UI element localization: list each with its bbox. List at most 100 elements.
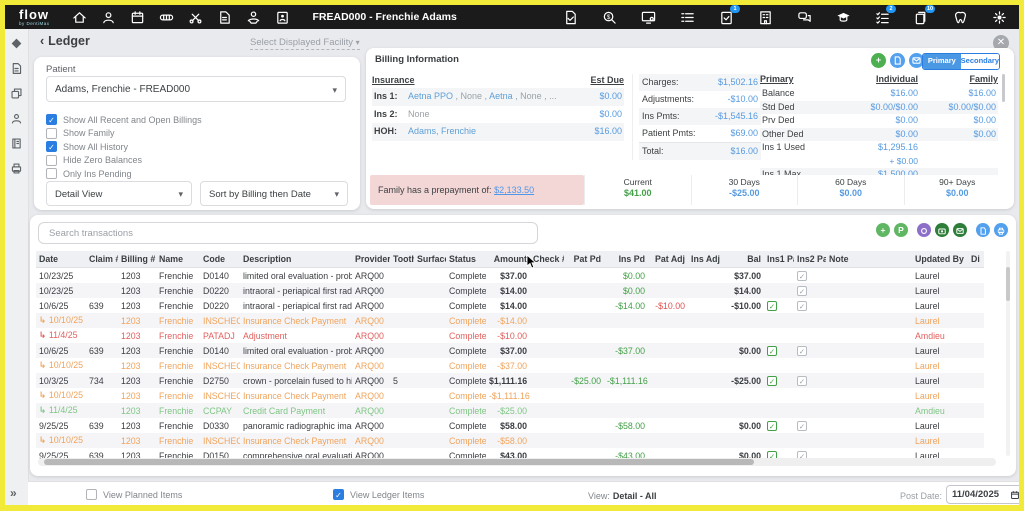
settings-icon[interactable] xyxy=(991,9,1007,25)
column-header-status[interactable]: Status xyxy=(446,251,486,268)
transaction-row[interactable]: 10/6/256391203FrenchieD0140limited oral … xyxy=(36,343,984,358)
add-button[interactable]: + xyxy=(876,223,890,237)
vertical-scrollbar-thumb[interactable] xyxy=(1006,267,1010,301)
view-planned-items-checkbox[interactable]: View Planned Items xyxy=(86,489,182,500)
education-icon[interactable] xyxy=(835,9,851,25)
message-button[interactable] xyxy=(953,223,967,237)
print-button[interactable] xyxy=(994,223,1008,237)
checkbox[interactable] xyxy=(46,168,57,179)
column-header-date[interactable]: Date xyxy=(36,251,86,268)
column-header-di[interactable]: Di xyxy=(968,251,984,268)
tasks-icon[interactable]: 1 xyxy=(718,9,734,25)
transaction-row[interactable]: 10/3/257341203FrenchieD2750crown - porce… xyxy=(36,373,984,388)
facility-selector[interactable]: Select Displayed Facility ▾ xyxy=(250,37,360,50)
queue-icon[interactable] xyxy=(679,9,695,25)
checkbox[interactable] xyxy=(46,128,57,139)
column-header-tooth[interactable]: Tooth xyxy=(390,251,414,268)
column-header-note[interactable]: Note xyxy=(826,251,912,268)
patient-card-icon[interactable] xyxy=(275,9,291,25)
sidebar-expander[interactable]: » xyxy=(10,486,17,500)
horizontal-scrollbar-thumb[interactable] xyxy=(44,459,754,465)
column-header-ins1-paid[interactable]: Ins1 Paid xyxy=(764,251,794,268)
imaging-icon[interactable] xyxy=(640,9,656,25)
column-header-name[interactable]: Name xyxy=(156,251,200,268)
column-header-check[interactable]: Check # xyxy=(530,251,564,268)
adjustment-button[interactable] xyxy=(917,223,931,237)
ins2-paid-checkbox[interactable]: ✓ xyxy=(797,271,807,281)
transaction-row[interactable]: 10/23/251203FrenchieD0220intraoral - per… xyxy=(36,283,984,298)
column-header-amount[interactable]: Amount xyxy=(486,251,530,268)
modules-icon[interactable] xyxy=(10,87,23,100)
financial-search-icon[interactable]: $ xyxy=(601,9,617,25)
column-header-ins-pd[interactable]: Ins Pd xyxy=(604,251,648,268)
toggle-secondary[interactable]: Secondary xyxy=(961,54,999,69)
column-header-ins-adj[interactable]: Ins Adj xyxy=(688,251,720,268)
post-date-input[interactable]: 11/04/2025 xyxy=(946,485,1019,504)
back-to-ledger[interactable]: ‹Ledger xyxy=(40,34,90,48)
transaction-row[interactable]: 10/23/251203FrenchieD0140limited oral ev… xyxy=(36,268,984,284)
ins1-paid-checkbox[interactable]: ✓ xyxy=(767,376,777,386)
checkbox[interactable]: ✓ xyxy=(333,489,344,500)
transaction-row[interactable]: ↳ 10/10/251203FrenchieINSCHECIInsurance … xyxy=(36,433,984,448)
column-header-updated-by[interactable]: Updated By xyxy=(912,251,968,268)
view-mode-select[interactable]: Detail View▾ xyxy=(46,181,192,206)
filter-hide-zero-balances[interactable]: Hide Zero Balances xyxy=(46,154,202,168)
primary-secondary-toggle[interactable]: PrimarySecondary xyxy=(922,53,1000,70)
filter-show-all-recent-and-open-billings[interactable]: ✓Show All Recent and Open Billings xyxy=(46,113,202,127)
checklist-icon[interactable]: 2 xyxy=(874,9,890,25)
toggle-primary[interactable]: Primary xyxy=(923,54,961,69)
column-header-claim[interactable]: Claim # xyxy=(86,251,118,268)
checkbox[interactable] xyxy=(46,155,57,166)
statement-button[interactable] xyxy=(890,53,905,68)
prepayment-amount-link[interactable]: $2,133.50 xyxy=(494,185,534,195)
horizontal-scrollbar[interactable] xyxy=(38,458,996,466)
checkbox[interactable]: ✓ xyxy=(46,114,57,125)
column-header-bal[interactable]: Bal xyxy=(720,251,764,268)
schedule-icon[interactable] xyxy=(130,9,146,25)
ins2-paid-checkbox[interactable]: ✓ xyxy=(797,421,807,431)
documents-icon[interactable]: 10 xyxy=(913,9,929,25)
add-button[interactable]: + xyxy=(871,53,886,68)
column-header-provider[interactable]: Provider xyxy=(352,251,390,268)
office-icon[interactable] xyxy=(757,9,773,25)
column-header-billing[interactable]: Billing # xyxy=(118,251,156,268)
view-ledger-items-checkbox[interactable]: ✓ View Ledger Items xyxy=(333,489,424,500)
column-header-surface[interactable]: Surface xyxy=(414,251,446,268)
document-button[interactable] xyxy=(976,223,990,237)
payment-button[interactable]: P xyxy=(894,223,908,237)
patient-rail-icon[interactable] xyxy=(10,112,23,125)
column-header-pat-pd[interactable]: Pat Pd xyxy=(564,251,604,268)
ins2-paid-checkbox[interactable]: ✓ xyxy=(797,346,807,356)
column-header-ins2-paid[interactable]: Ins2 Paid xyxy=(794,251,826,268)
transaction-row[interactable]: ↳ 11/4/251203FrenchiePATADJAdjustmentARQ… xyxy=(36,328,984,343)
column-header-description[interactable]: Description xyxy=(240,251,352,268)
tooth-icon[interactable] xyxy=(952,9,968,25)
flow-logo[interactable]: flow by DentiMax xyxy=(19,8,50,27)
deductible-scrollbar[interactable] xyxy=(1002,74,1005,102)
transaction-row[interactable]: 10/6/256391203FrenchieD0220intraoral - p… xyxy=(36,298,984,313)
checkbox[interactable]: ✓ xyxy=(46,141,57,152)
checkbox[interactable] xyxy=(86,489,97,500)
ins2-paid-checkbox[interactable]: ✓ xyxy=(797,376,807,386)
transaction-row[interactable]: ↳ 11/4/251203FrenchieCCPAYCredit Card Pa… xyxy=(36,403,984,418)
messages-icon[interactable] xyxy=(796,9,812,25)
camera-button[interactable] xyxy=(935,223,949,237)
insurance-link[interactable]: Aetna PPO xyxy=(408,91,453,101)
payment-icon[interactable] xyxy=(246,9,262,25)
ins1-paid-checkbox[interactable]: ✓ xyxy=(767,421,777,431)
transaction-row[interactable]: ↳ 10/10/251203FrenchieINSCHECIInsurance … xyxy=(36,313,984,328)
column-header-code[interactable]: Code xyxy=(200,251,240,268)
vertical-scrollbar[interactable] xyxy=(1006,251,1010,456)
dental-chart-icon[interactable] xyxy=(159,9,175,25)
forms-icon[interactable] xyxy=(10,62,23,75)
transaction-row[interactable]: 9/25/256391203FrenchieD0330panoramic rad… xyxy=(36,418,984,433)
patient-select[interactable]: Adams, Frenchie - FREAD000▾ xyxy=(46,76,346,102)
transaction-row[interactable]: ↳ 10/10/251203FrenchieINSCHECIInsurance … xyxy=(36,388,984,403)
nav-diamond-icon[interactable] xyxy=(10,37,23,50)
print-rail-icon[interactable] xyxy=(10,162,23,175)
ledger-icon[interactable] xyxy=(217,9,233,25)
ins1-paid-checkbox[interactable]: ✓ xyxy=(767,301,777,311)
instruments-icon[interactable] xyxy=(188,9,204,25)
claims-icon[interactable] xyxy=(562,9,578,25)
sort-mode-select[interactable]: Sort by Billing then Date▾ xyxy=(200,181,348,206)
